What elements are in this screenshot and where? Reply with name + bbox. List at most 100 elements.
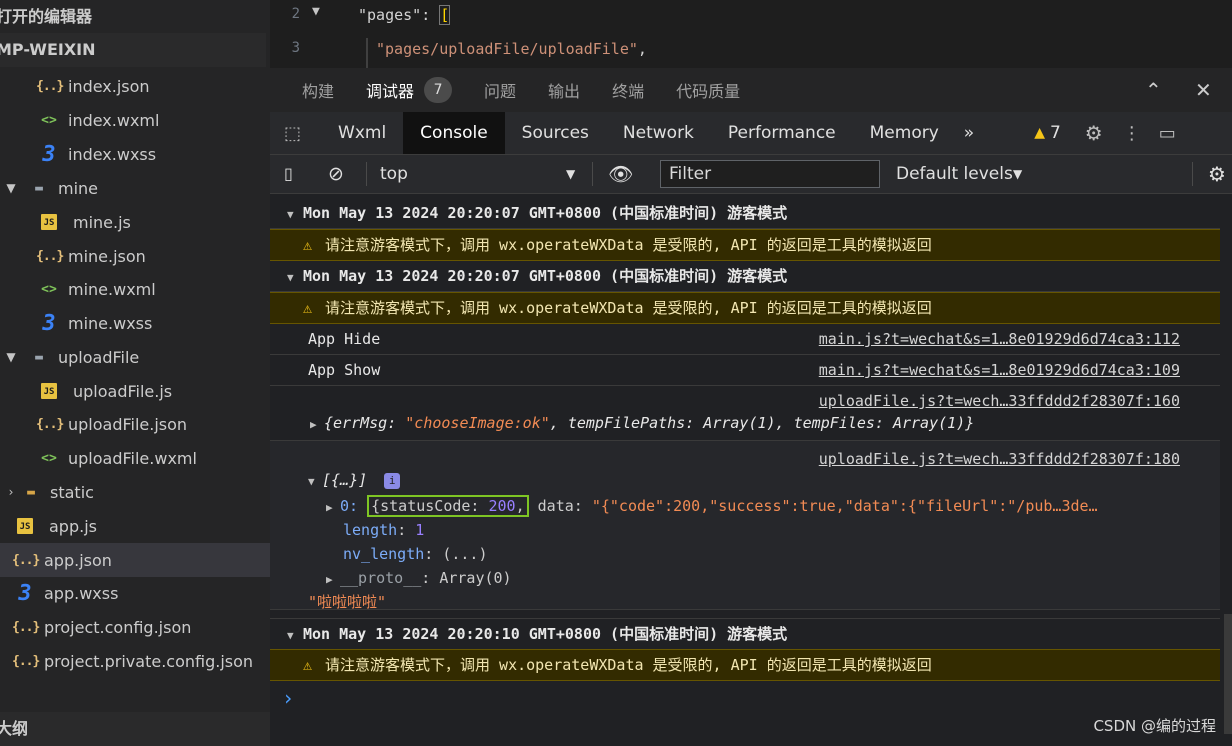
console-group-header[interactable]: ▼ Mon May 13 2024 20:20:07 GMT+0800 (中国标准… [270,261,1220,292]
json-icon: {..} [12,653,40,669]
chevron-down-icon[interactable]: ▼ [566,155,575,193]
tree-item-label: index.json [68,76,150,96]
array-nv-length[interactable]: nv_length: (...) [343,545,488,563]
context-select[interactable]: top [380,155,408,193]
tree-folder-uploadfile[interactable]: ▼ ▬ uploadFile [0,340,270,374]
folder-icon: ▬ [27,484,35,500]
tree-item-index-wxml[interactable]: <> index.wxml [0,103,270,137]
log-levels-select[interactable]: Default levels [896,155,1013,193]
tree-item-project-config[interactable]: {..} project.config.json [0,610,270,644]
caret-down-icon[interactable]: ▼ [308,475,322,488]
tree-item-mine-wxss[interactable]: 3 mine.wxss [0,306,270,340]
json-icon: {..} [36,416,64,432]
tab-network[interactable]: Network [606,112,711,154]
info-icon[interactable]: i [384,472,401,489]
tree-item-label: mine.json [68,246,146,266]
sidebar-toggle-icon[interactable]: ▯ [284,155,293,193]
warning-count[interactable]: 7 [1050,123,1061,143]
source-link[interactable]: main.js?t=wechat&s=1…8e01929d6d74ca3:112 [819,324,1180,354]
kebab-menu-icon[interactable]: ⋮ [1123,123,1141,144]
console-log-expanded: uploadFile.js?t=wech…33ffddd2f28307f:180… [270,441,1220,611]
outline-title[interactable]: 大纲 [0,712,270,746]
tree-item-uploadfile-js[interactable]: JS uploadFile.js [0,374,270,408]
console-group-header[interactable]: ▼ Mon May 13 2024 20:20:10 GMT+0800 (中国标准… [270,618,1220,650]
tab-wxml[interactable]: Wxml [321,112,403,154]
tree-item-uploadfile-wxml[interactable]: <> uploadFile.wxml [0,441,270,475]
json-icon: {..} [12,552,40,568]
tree-item-project-private-config[interactable]: {..} project.private.config.json [0,644,270,678]
tree-folder-mine[interactable]: ▼ ▬ mine [0,171,270,205]
console-group-header[interactable]: ▼ Mon May 13 2024 20:20:07 GMT+0800 (中国标准… [270,198,1220,229]
tree-item-mine-json[interactable]: {..} mine.json [0,239,270,273]
object-text: {errMsg: [324,414,406,432]
tree-item-index-json[interactable]: {..} index.json [0,69,270,103]
source-link[interactable]: uploadFile.js?t=wech…33ffddd2f28307f:160 [819,392,1180,410]
array-item-0[interactable]: ▶ 0: {statusCode: 200, data: "{"code":200… [326,495,1098,517]
gear-icon[interactable]: ⚙ [1085,121,1103,145]
tree-item-app-json[interactable]: {..} app.json [0,543,270,577]
tree-item-uploadfile-json[interactable]: {..} uploadFile.json [0,407,270,441]
caret-right-icon[interactable]: ▶ [326,501,340,514]
close-panel-icon[interactable]: ✕ [1195,78,1212,102]
tree-item-label: static [50,482,94,502]
tab-code-quality[interactable]: 代码质量 [676,78,740,102]
tab-debugger[interactable]: 调试器 7 [366,77,453,103]
filter-input[interactable] [660,160,880,188]
source-link[interactable]: uploadFile.js?t=wech…33ffddd2f28307f:180 [819,450,1180,468]
chevron-right-icon: › [8,485,14,499]
caret-down-icon[interactable]: ▼ [287,200,303,230]
tab-build[interactable]: 构建 [302,78,334,102]
caret-right-icon[interactable]: ▶ [326,573,340,586]
wxss-icon: 3 [42,310,56,336]
caret-right-icon[interactable]: ▶ [310,418,324,431]
tab-memory[interactable]: Memory [853,112,956,154]
scrollbar[interactable] [1224,614,1232,734]
colon: : [421,6,440,24]
tab-terminal[interactable]: 终端 [612,78,644,102]
code-editor[interactable]: 2 ▼ "pages": [ 3 "pages/uploadFile/uploa… [270,0,1232,68]
tree-item-mine-js[interactable]: JS mine.js [0,205,270,239]
chevron-down-icon[interactable]: ▼ [1013,155,1022,193]
caret-down-icon[interactable]: ▼ [287,263,303,293]
tree-item-app-js[interactable]: JS app.js [0,509,270,543]
tree-item-app-wxss[interactable]: 3 app.wxss [0,576,270,610]
array-proto[interactable]: ▶ __proto__: Array(0) [326,569,512,587]
tree-item-label: uploadFile.wxml [68,448,197,468]
inspect-element-icon[interactable]: ⬚ [284,123,301,144]
tab-sources[interactable]: Sources [505,112,606,154]
array-preview[interactable]: ▼ [{…}] i [308,471,401,489]
object-string: "chooseImage:ok" [405,414,550,432]
json-string: "pages/uploadFile/uploadFile" [376,40,638,58]
source-link[interactable]: main.js?t=wechat&s=1…8e01929d6d74ca3:109 [819,355,1180,385]
tree-item-mine-wxml[interactable]: <> mine.wxml [0,272,270,306]
gear-icon[interactable]: ⚙ [1208,155,1226,193]
tab-output[interactable]: 输出 [548,78,580,102]
tree-item-index-wxss[interactable]: 3 index.wxss [0,137,270,171]
project-title[interactable]: MP-WEIXIN [0,33,266,67]
tab-console[interactable]: Console [403,112,505,154]
warning-icon: ⚠ [303,656,313,674]
item-text: {statusCode: [371,497,489,515]
console-log: App Hide main.js?t=wechat&s=1…8e01929d6d… [270,324,1220,355]
console-prompt[interactable]: › [270,683,1220,713]
collapse-panel-icon[interactable]: ⌃ [1145,78,1162,102]
fold-chevron-icon[interactable]: ▼ [312,4,320,19]
console-warning: ⚠ 请注意游客模式下，调用 wx.operateWXData 是受限的, API … [270,229,1220,261]
console-output[interactable]: ▼ Mon May 13 2024 20:20:07 GMT+0800 (中国标准… [270,194,1232,746]
tree-folder-static[interactable]: › ▬ static [0,475,270,509]
wxss-icon: 3 [42,141,56,167]
tab-label: 调试器 [366,82,415,101]
clear-console-icon[interactable]: ⊘ [328,155,344,193]
chevron-down-icon: ▼ [6,181,16,195]
eye-icon[interactable]: 👁 [608,155,633,193]
open-editors-title[interactable]: 打开的编辑器 [0,0,92,34]
tab-performance[interactable]: Performance [711,112,853,154]
dock-icon[interactable]: ▭ [1159,123,1176,144]
caret-down-icon[interactable]: ▼ [287,621,303,651]
wxml-icon: <> [41,281,57,297]
more-tabs-icon[interactable]: » [956,112,982,154]
object-preview[interactable]: ▶ {errMsg: "chooseImage:ok", tempFilePath… [310,414,974,432]
js-icon: JS [41,214,57,230]
tab-problems[interactable]: 问题 [484,78,516,102]
prop-key: length [343,521,398,539]
